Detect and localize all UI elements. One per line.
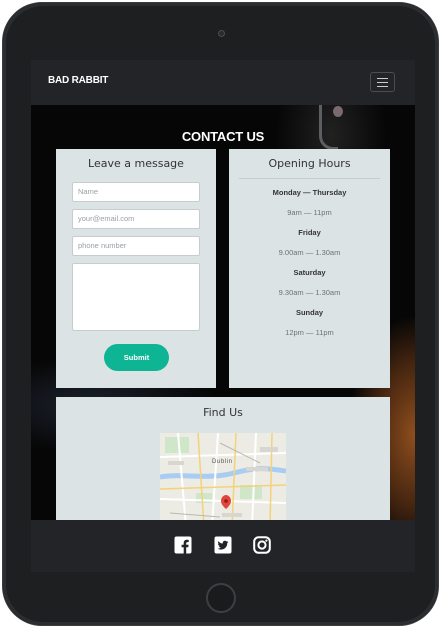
message-textarea[interactable] <box>72 263 200 331</box>
opening-hours-title: Opening Hours <box>268 157 351 170</box>
menu-toggle-button[interactable] <box>370 72 395 92</box>
phone-input[interactable]: phone number <box>72 236 200 256</box>
hours-day: Friday <box>298 228 321 237</box>
facebook-icon[interactable] <box>174 536 192 554</box>
navbar: BAD RABBIT <box>31 60 415 105</box>
camera-icon <box>218 30 225 37</box>
hours-time: 9.00am — 1.30am <box>278 248 341 257</box>
name-input[interactable]: Name <box>72 182 200 202</box>
hamburger-icon <box>377 86 388 87</box>
brand-logo[interactable]: BAD RABBIT <box>48 75 108 86</box>
instagram-icon[interactable] <box>253 536 271 554</box>
footer <box>31 520 415 572</box>
contact-title: CONTACT US <box>181 129 265 144</box>
map-city-label: Dublin <box>212 459 233 465</box>
hours-day: Monday — Thursday <box>272 188 347 197</box>
tablet-frame: BAD RABBIT CONTACT US Leave a message Na… <box>2 2 439 626</box>
map-graphic <box>160 433 286 527</box>
hours-time: 9am — 11pm <box>287 208 332 217</box>
hours-day: Saturday <box>293 268 326 277</box>
submit-button[interactable]: Submit <box>104 344 169 371</box>
hamburger-icon <box>377 82 388 83</box>
find-us-title: Find Us <box>203 406 243 419</box>
opening-hours-card: Opening Hours Monday — Thursday 9am — 11… <box>229 149 390 388</box>
twitter-icon[interactable] <box>214 536 232 554</box>
map[interactable]: Dublin <box>160 433 286 527</box>
message-card: Leave a message Name your@email.com phon… <box>56 149 216 388</box>
divider <box>239 178 380 179</box>
email-input[interactable]: your@email.com <box>72 209 200 229</box>
hamburger-icon <box>377 78 388 79</box>
background-detail <box>333 106 343 117</box>
home-button[interactable] <box>206 583 236 613</box>
hours-day: Sunday <box>295 308 324 317</box>
screen: BAD RABBIT CONTACT US Leave a message Na… <box>31 60 415 572</box>
hours-time: 12pm — 11pm <box>285 328 334 337</box>
message-card-title: Leave a message <box>88 157 184 170</box>
hours-time: 9.30am — 1.30am <box>278 288 341 297</box>
find-us-card: Find Us Dublin <box>56 397 390 527</box>
